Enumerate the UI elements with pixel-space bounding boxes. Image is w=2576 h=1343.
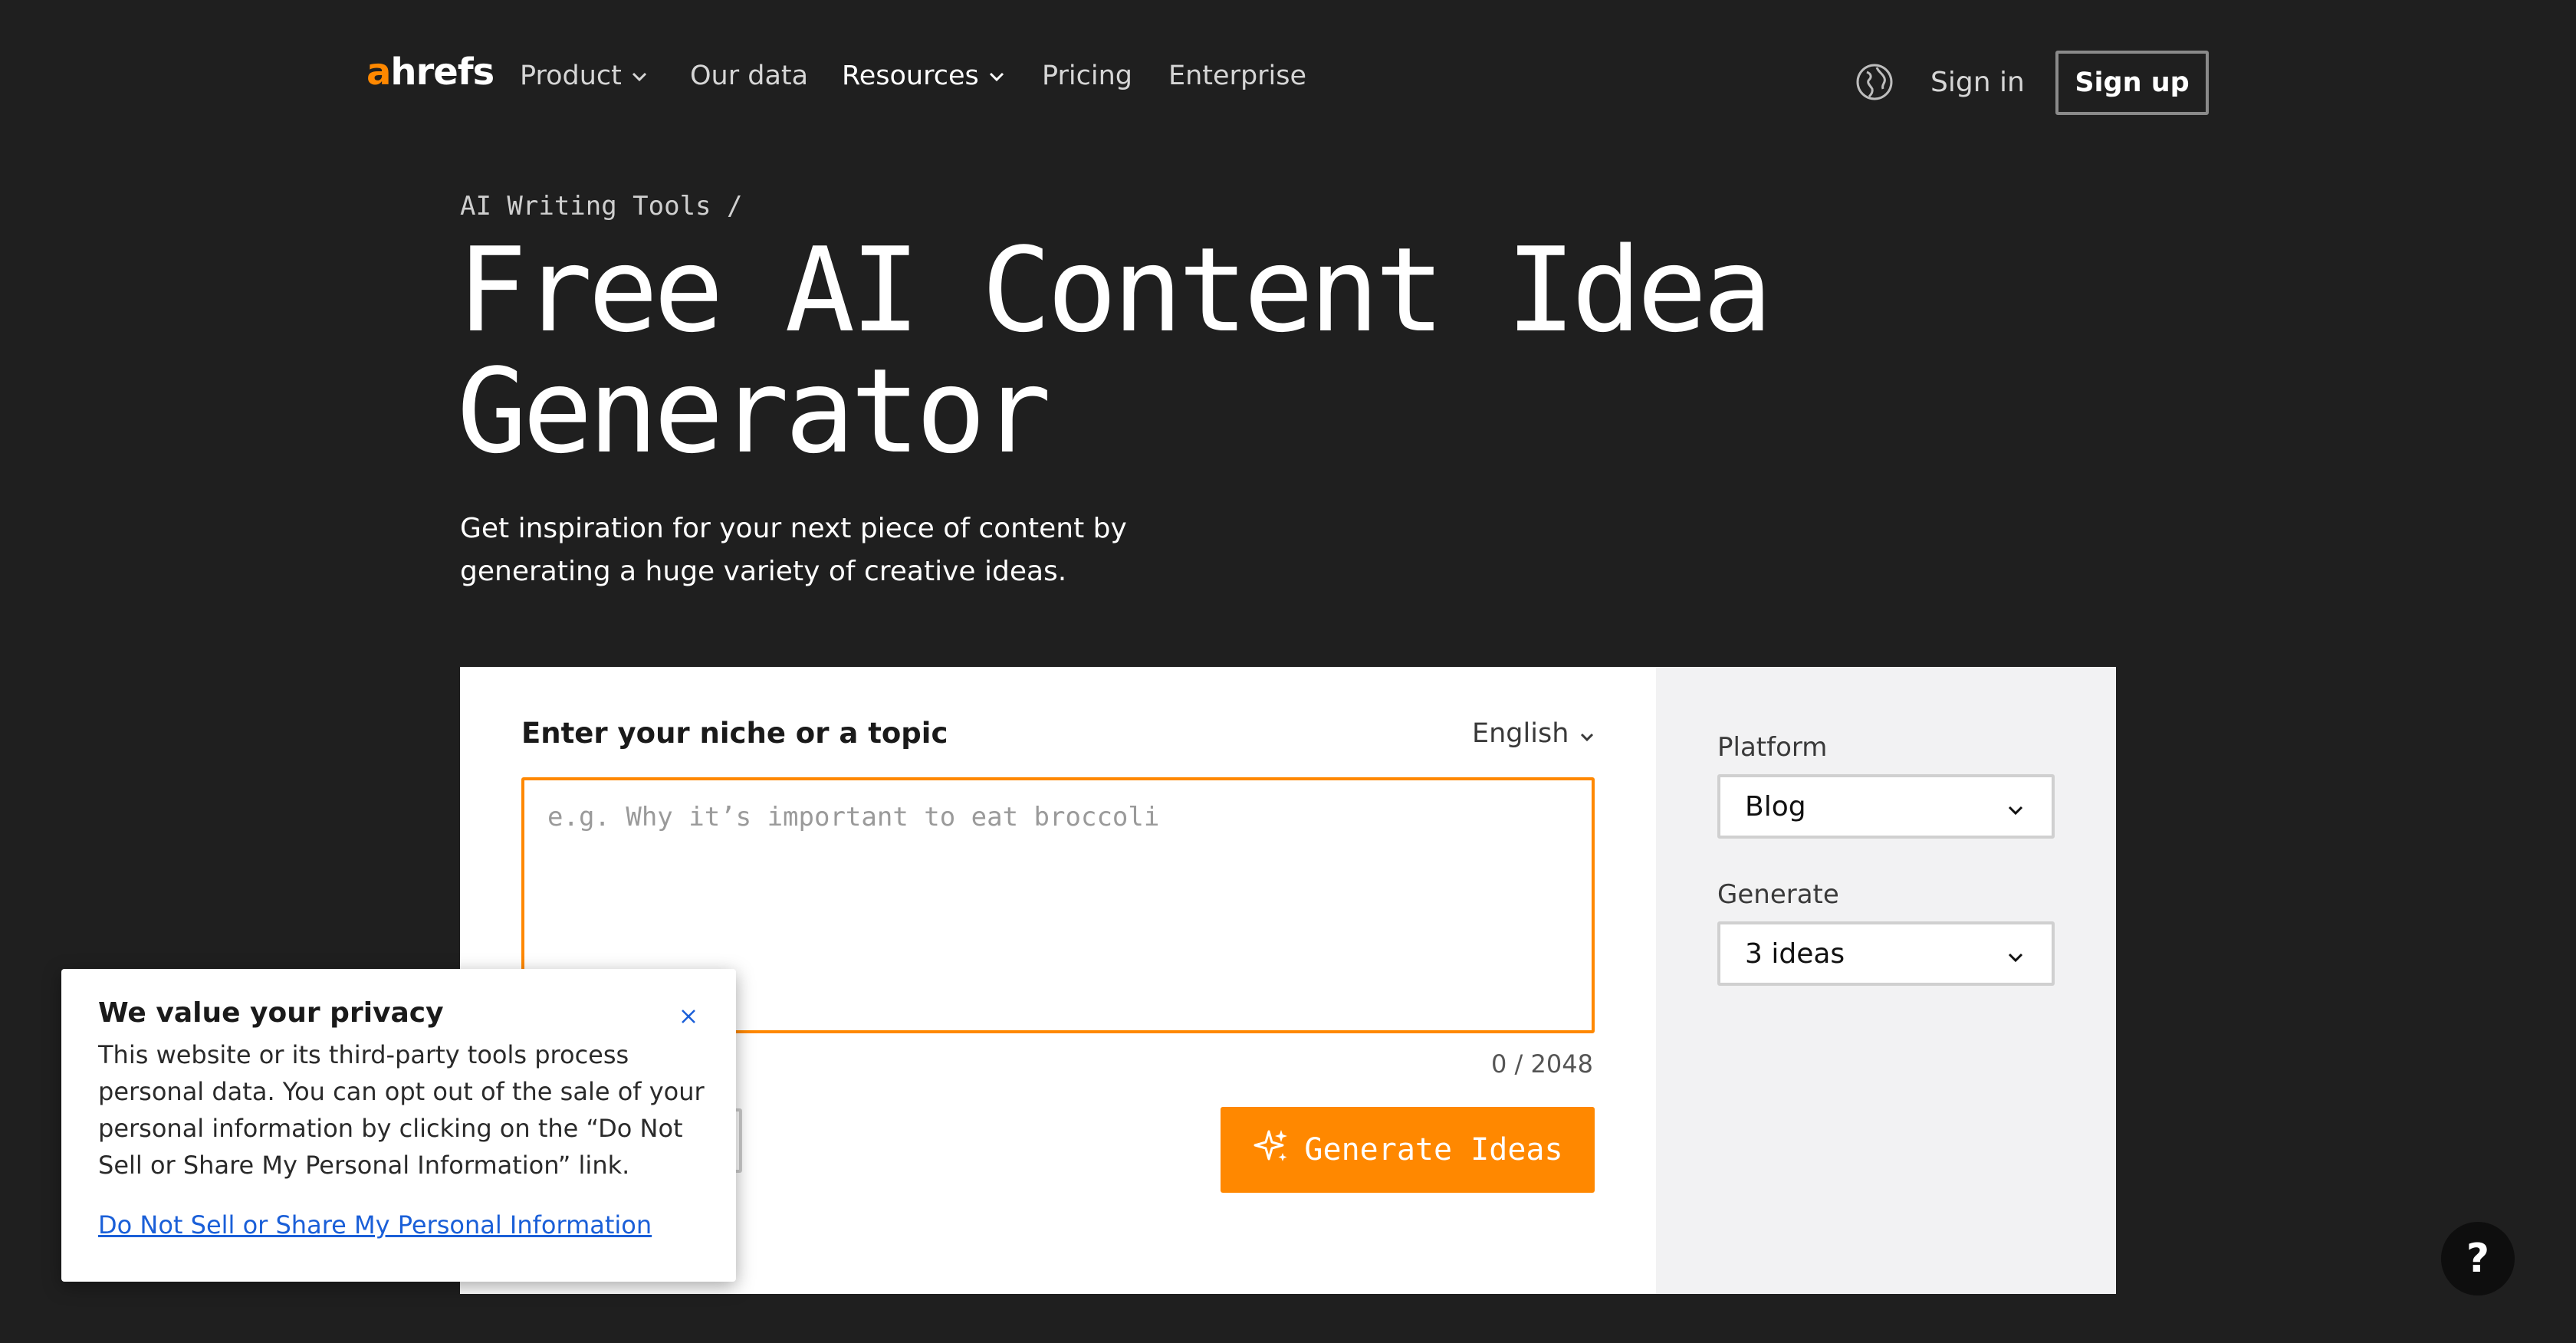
ahrefs-logo[interactable]: ahrefs xyxy=(366,54,495,90)
close-icon[interactable] xyxy=(675,1003,702,1030)
nav-resources-label: Resources xyxy=(842,61,979,91)
page-title-line2: Generator xyxy=(457,343,1052,479)
nav-product[interactable]: Product xyxy=(520,63,648,90)
privacy-popup: We value your privacy This website or it… xyxy=(61,969,736,1282)
chevron-down-icon xyxy=(1579,721,1595,747)
chevron-down-icon xyxy=(631,71,648,82)
nav-product-label: Product xyxy=(520,61,622,91)
character-counter: 0 / 2048 xyxy=(1491,1049,1593,1079)
privacy-title: We value your privacy xyxy=(98,997,444,1029)
chevron-down-icon xyxy=(2007,938,2024,970)
platform-value: Blog xyxy=(1745,790,1806,823)
platform-select[interactable]: Blog xyxy=(1717,774,2055,839)
nav-our-data-label: Our data xyxy=(690,61,809,91)
do-not-sell-link[interactable]: Do Not Sell or Share My Personal Informa… xyxy=(98,1213,652,1237)
topic-label: Enter your niche or a topic xyxy=(521,717,948,750)
breadcrumb[interactable]: AI Writing Tools / xyxy=(460,193,742,219)
generate-count-label: Generate xyxy=(1717,879,1839,910)
sparkles-icon xyxy=(1252,1127,1290,1173)
language-value: English xyxy=(1472,718,1569,749)
page-title-line1: Free AI Content Idea xyxy=(457,222,1773,358)
generate-count-value: 3 ideas xyxy=(1745,937,1845,970)
generate-ideas-button[interactable]: Generate Ideas xyxy=(1221,1107,1595,1193)
nav-enterprise-label: Enterprise xyxy=(1168,61,1307,91)
chevron-down-icon xyxy=(2007,791,2024,823)
generate-ideas-label: Generate Ideas xyxy=(1304,1132,1563,1167)
globe-icon[interactable] xyxy=(1855,63,1894,101)
nav-pricing[interactable]: Pricing xyxy=(1042,63,1132,90)
help-button[interactable]: ? xyxy=(2441,1222,2515,1295)
language-select[interactable]: English xyxy=(1472,721,1595,747)
nav-our-data[interactable]: Our data xyxy=(690,63,808,90)
platform-label: Platform xyxy=(1717,732,1828,763)
nav-pricing-label: Pricing xyxy=(1042,61,1132,91)
page-subtitle: Get inspiration for your next piece of c… xyxy=(460,513,1127,587)
page-title: Free AI Content Idea Generator xyxy=(457,230,1837,472)
generate-count-select[interactable]: 3 ideas xyxy=(1717,921,2055,986)
nav-enterprise[interactable]: Enterprise xyxy=(1168,63,1306,90)
privacy-body: This website or its third-party tools pr… xyxy=(98,1040,705,1180)
chevron-down-icon xyxy=(988,71,1005,82)
nav-resources[interactable]: Resources xyxy=(842,63,1005,90)
sign-in-link[interactable]: Sign in xyxy=(1930,69,2025,97)
sign-up-button[interactable]: Sign up xyxy=(2055,51,2209,115)
